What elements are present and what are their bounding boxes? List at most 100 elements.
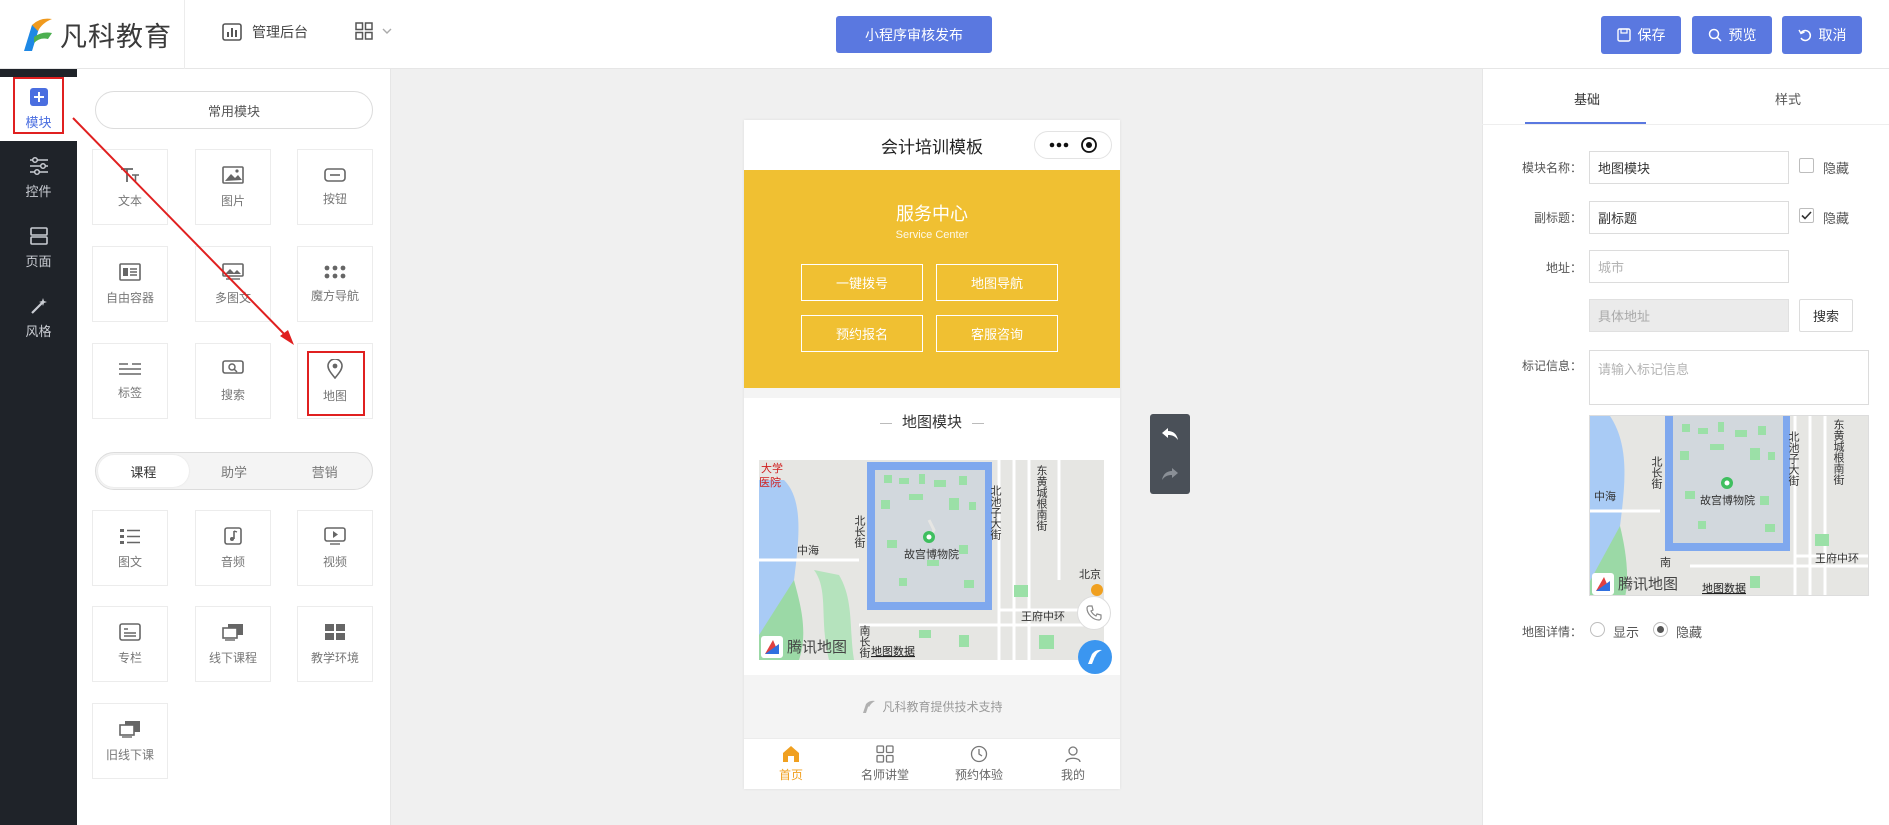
button-icon xyxy=(324,167,346,182)
tech-support-footer: 凡科教育提供技术支持 xyxy=(744,675,1120,738)
module-old-course[interactable]: 旧线下课 xyxy=(92,703,168,779)
subtitle-input[interactable]: 副标题 xyxy=(1589,201,1789,234)
module-article[interactable]: 图文 xyxy=(92,510,168,586)
module-search[interactable]: 搜索 xyxy=(195,343,271,419)
service-button-call[interactable]: 一键拨号 xyxy=(801,264,923,301)
apps-menu[interactable] xyxy=(355,22,395,40)
city-input[interactable]: 城市 xyxy=(1589,250,1789,283)
module-offline-course[interactable]: 线下课程 xyxy=(195,606,271,682)
map-graphic: 大学 医院 中海 故宫博物院 北京 王府中环 北长街 北池子大街 东黄城根南街 … xyxy=(759,460,1104,660)
rail-item-pages[interactable]: 页面 xyxy=(0,218,77,278)
module-label: 音频 xyxy=(220,554,245,569)
map-detail-show-radio[interactable] xyxy=(1590,622,1605,637)
tabbar-home[interactable]: 首页 xyxy=(744,739,838,789)
marker-label: 标记信息： xyxy=(1521,359,1582,373)
preview-button[interactable]: 预览 xyxy=(1692,16,1772,54)
module-grid-nav[interactable]: 魔方导航 xyxy=(297,246,373,322)
address-label: 地址： xyxy=(1545,261,1582,275)
phone-tabbar: 首页 名师讲堂 预约体验 我的 xyxy=(744,738,1120,789)
tabbar-label: 预约体验 xyxy=(954,768,1003,782)
admin-link[interactable]: 管理后台 xyxy=(222,22,308,42)
map-detail-hide-radio[interactable] xyxy=(1653,622,1668,637)
grid-nav-icon xyxy=(324,265,346,278)
module-label: 文本 xyxy=(117,193,142,208)
module-video[interactable]: 视频 xyxy=(297,510,373,586)
brand-small-icon xyxy=(863,700,876,713)
map-data-link[interactable]: 地图数据 xyxy=(871,644,915,658)
magic-wand-icon xyxy=(30,298,47,314)
preview-label: 预览 xyxy=(1728,27,1757,43)
brand-float-button[interactable] xyxy=(1078,640,1112,674)
settings-map-label-wangfu: 王府中环 xyxy=(1815,551,1859,565)
marker-textarea[interactable]: 请输入标记信息 xyxy=(1589,350,1869,405)
phone-call-float-button[interactable] xyxy=(1077,596,1111,630)
module-label: 教学环境 xyxy=(310,650,359,665)
course-tabs: 课程 助学 营销 xyxy=(95,452,373,490)
rail-item-controls[interactable]: 控件 xyxy=(0,148,77,208)
chevron-down-icon xyxy=(382,28,392,34)
service-button-booking[interactable]: 预约报名 xyxy=(801,315,923,352)
publish-button[interactable]: 小程序审核发布 xyxy=(836,16,992,53)
module-environment[interactable]: 教学环境 xyxy=(297,606,373,682)
detail-address-input[interactable]: 具体地址 xyxy=(1589,299,1789,332)
audio-icon xyxy=(224,526,242,545)
page-layout-icon xyxy=(29,227,48,245)
module-text[interactable]: 文本 xyxy=(92,149,168,225)
bar-chart-icon xyxy=(222,23,242,41)
tabbar-teachers[interactable]: 名师讲堂 xyxy=(838,739,932,789)
settings-tab-indicator xyxy=(1525,122,1646,124)
save-button[interactable]: 保存 xyxy=(1601,16,1681,54)
settings-tab-style[interactable]: 样式 xyxy=(1775,89,1801,108)
subtitle-hide-checkbox[interactable] xyxy=(1799,208,1814,223)
module-label: 标签 xyxy=(117,385,142,400)
service-button-map-nav[interactable]: 地图导航 xyxy=(936,264,1058,301)
service-button-support[interactable]: 客服咨询 xyxy=(936,315,1058,352)
undo-button[interactable] xyxy=(1150,414,1190,454)
leaf-logo-icon xyxy=(1088,649,1102,664)
mini-program-capsule[interactable] xyxy=(1034,131,1112,159)
module-free-container[interactable]: 自由容器 xyxy=(92,246,168,322)
module-label: 图文 xyxy=(117,554,142,569)
tabbar-label: 我的 xyxy=(1060,768,1085,782)
settings-tab-basic[interactable]: 基础 xyxy=(1574,89,1600,108)
rail-label-style: 风格 xyxy=(25,324,52,339)
address-search-button[interactable]: 搜索 xyxy=(1799,299,1853,332)
tabbar-me[interactable]: 我的 xyxy=(1026,739,1120,789)
module-column[interactable]: 专栏 xyxy=(92,606,168,682)
tab-course[interactable]: 课程 xyxy=(98,455,189,487)
tabbar-booking[interactable]: 预约体验 xyxy=(932,739,1026,789)
tab-study-aid[interactable]: 助学 xyxy=(189,455,280,487)
module-image[interactable]: 图片 xyxy=(195,149,271,225)
tab-marketing[interactable]: 营销 xyxy=(279,455,370,487)
cancel-button[interactable]: 取消 xyxy=(1782,16,1862,54)
map-label-nanchangjie: 南长街 xyxy=(858,625,871,659)
clock-icon xyxy=(970,745,988,763)
map-label-beijing: 北京 xyxy=(1079,567,1101,581)
history-controls xyxy=(1150,414,1190,494)
map-label-beichangjie: 北长街 xyxy=(853,515,866,549)
module-audio[interactable]: 音频 xyxy=(195,510,271,586)
brand-logo[interactable]: 凡科教育 xyxy=(18,14,172,54)
home-icon xyxy=(783,746,799,762)
multi-image-icon xyxy=(222,262,244,280)
check-icon xyxy=(1801,211,1812,220)
settings-map-data-link[interactable]: 地图数据 xyxy=(1702,581,1746,595)
redo-button[interactable] xyxy=(1150,454,1190,494)
common-modules-header[interactable]: 常用模块 xyxy=(95,91,373,129)
subtitle-label: 副标题： xyxy=(1533,211,1582,225)
phone-map[interactable]: 大学 医院 中海 故宫博物院 北京 王府中环 北长街 北池子大街 东黄城根南街 … xyxy=(759,460,1104,660)
save-label: 保存 xyxy=(1637,27,1666,43)
rail-item-style[interactable]: 风格 xyxy=(0,288,77,348)
settings-map-attribution: 腾讯地图 xyxy=(1618,576,1678,593)
module-label: 线下课程 xyxy=(208,650,257,665)
map-label-donghuang: 东黄城根南街 xyxy=(1035,465,1048,532)
video-icon xyxy=(324,526,346,545)
module-button[interactable]: 按钮 xyxy=(297,149,373,225)
settings-map-preview[interactable]: 中海 故宫博物院 王府中环 南 北长街 北池子大街 东黄城根南街 腾讯地图 地图… xyxy=(1589,415,1869,596)
module-name-hide-checkbox[interactable] xyxy=(1799,158,1814,173)
module-multi-image[interactable]: 多图文 xyxy=(195,246,271,322)
module-tag[interactable]: 标签 xyxy=(92,343,168,419)
module-name-input[interactable]: 地图模块 xyxy=(1589,151,1789,184)
phone-title: 会计培训模板 xyxy=(881,137,983,157)
map-label-palace-museum: 故宫博物院 xyxy=(904,547,959,561)
